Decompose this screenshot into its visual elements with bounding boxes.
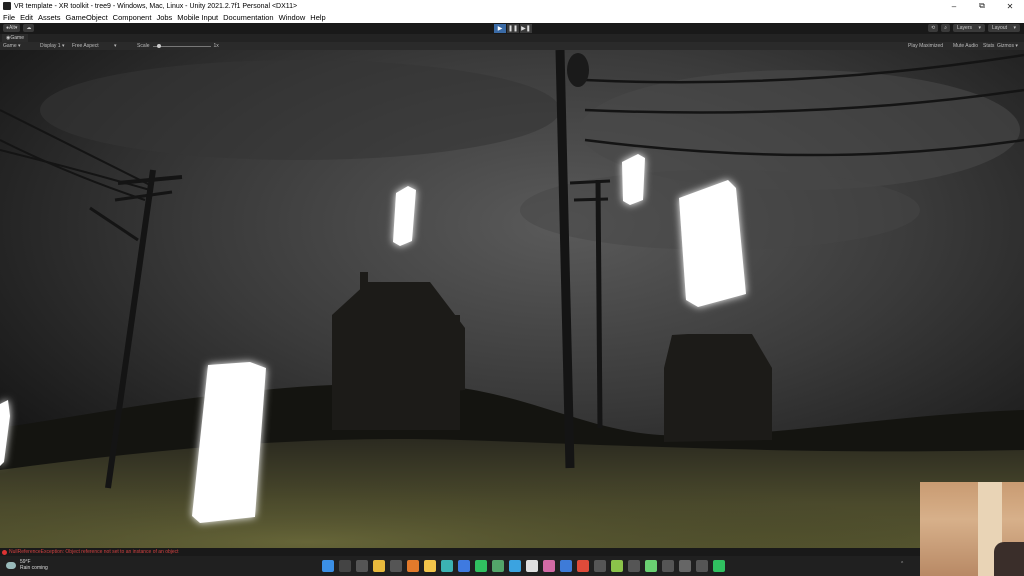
display-dropdown[interactable]: Display 1 ▾ (40, 42, 64, 50)
taskbar-apps (322, 560, 725, 572)
error-icon (2, 549, 7, 555)
scale-slider[interactable] (152, 43, 211, 48)
tab-game-label: Game (10, 35, 24, 41)
layout-dropdown[interactable]: Layout ▾ (988, 24, 1020, 32)
scale-label: Scale (137, 43, 150, 49)
unity-logo-icon (3, 2, 11, 10)
night-scene-image (0, 50, 1024, 548)
photoshop-icon[interactable] (458, 560, 470, 572)
cloud-icon[interactable]: ☁ (23, 24, 35, 32)
menu-window[interactable]: Window (279, 13, 306, 22)
layers-dropdown[interactable]: Layers ▾ (953, 24, 985, 32)
aspect-label: Free Aspect (72, 43, 99, 49)
console-message: NullReferenceException: Object reference… (9, 549, 179, 555)
maximize-button[interactable]: ⧉ (968, 0, 996, 12)
main-toolbar: ● Alt ▾ ☁ ▶ ❚❚ ▶❚ ⟲ ⌕ Layers ▾ Layout ▾ (0, 23, 1024, 34)
console-status-bar[interactable]: NullReferenceException: Object reference… (0, 548, 1024, 556)
scale-slider-handle[interactable] (156, 43, 161, 48)
account-button[interactable]: ● Alt ▾ (3, 24, 21, 32)
gizmos-label: Gizmos (997, 43, 1014, 49)
step-button[interactable]: ▶❚ (520, 24, 532, 33)
window-title-bar: VR template - XR toolkit - tree9 - Windo… (0, 0, 1024, 12)
aspect-dropdown[interactable]: Free Aspect ▾ (72, 42, 116, 50)
playmode-controls: ▶ ❚❚ ▶❚ (494, 24, 532, 33)
stats-toggle[interactable]: Stats (983, 42, 994, 50)
play-maximized-toggle[interactable]: Play Maximized (908, 42, 943, 50)
whatsapp-icon[interactable] (713, 560, 725, 572)
account-label: Alt (9, 25, 15, 31)
window-controls: – ⧉ ✕ (940, 0, 1024, 12)
mode-label: Game (3, 43, 17, 49)
windows-start-icon[interactable] (322, 560, 334, 572)
view-tab-bar: ◉ Game (0, 34, 1024, 42)
app-icon[interactable] (441, 560, 453, 572)
whatsapp-icon[interactable] (475, 560, 487, 572)
minecraft-icon[interactable] (492, 560, 504, 572)
menu-mobile-input[interactable]: Mobile Input (177, 13, 218, 22)
menu-gameobject[interactable]: GameObject (66, 13, 108, 22)
play-maximized-label: Play Maximized (908, 43, 944, 49)
stats-label: Stats (983, 43, 995, 49)
mute-audio-label: Mute Audio (953, 43, 979, 49)
game-view-render[interactable] (0, 50, 1024, 548)
menu-edit[interactable]: Edit (20, 13, 33, 22)
mode-dropdown[interactable]: Game ▾ (3, 42, 21, 50)
app-icon[interactable] (645, 560, 657, 572)
zoom-icon[interactable] (509, 560, 521, 572)
app-icon[interactable] (611, 560, 623, 572)
task-view-icon[interactable] (356, 560, 368, 572)
app-icon[interactable] (526, 560, 538, 572)
search-icon[interactable] (339, 560, 351, 572)
app-icon[interactable] (594, 560, 606, 572)
history-icon[interactable]: ⟲ (927, 24, 939, 32)
menu-component[interactable]: Component (113, 13, 152, 22)
chrome-icon[interactable] (373, 560, 385, 572)
app-icon[interactable] (662, 560, 674, 572)
tab-game[interactable]: ◉ Game (2, 34, 28, 42)
menu-bar: File Edit Assets GameObject Component Jo… (0, 12, 1024, 23)
close-button[interactable]: ✕ (996, 0, 1024, 12)
minimize-button[interactable]: – (940, 0, 968, 12)
blender-icon[interactable] (407, 560, 419, 572)
scale-value: 1x (213, 43, 219, 49)
app-icon[interactable] (543, 560, 555, 572)
menu-documentation[interactable]: Documentation (223, 13, 273, 22)
layers-label: Layers (957, 25, 973, 31)
system-tray[interactable]: ⌃ (900, 561, 904, 567)
rain-cloud-icon (6, 561, 16, 569)
windows-taskbar: 59°F Rain coming ⌃ (0, 556, 1024, 576)
file-explorer-icon[interactable] (424, 560, 436, 572)
window-title: VR template - XR toolkit - tree9 - Windo… (14, 2, 298, 10)
app-icon[interactable] (696, 560, 708, 572)
weather-desc: Rain coming (20, 565, 48, 571)
app-icon[interactable] (560, 560, 572, 572)
layout-label: Layout (992, 25, 1008, 31)
menu-help[interactable]: Help (310, 13, 325, 22)
menu-jobs[interactable]: Jobs (156, 13, 172, 22)
chevron-down-icon: ▾ (978, 25, 981, 31)
display-label: Display 1 (40, 43, 61, 49)
chevron-down-icon: ▾ (1013, 25, 1016, 31)
pause-button[interactable]: ❚❚ (507, 24, 519, 33)
scale-control: Scale 1x (137, 42, 219, 50)
menu-assets[interactable]: Assets (38, 13, 61, 22)
unity-hub-icon[interactable] (390, 560, 402, 572)
weather-widget[interactable]: 59°F Rain coming (6, 559, 48, 571)
app-icon[interactable] (577, 560, 589, 572)
webcam-overlay (920, 482, 1024, 576)
mute-audio-toggle[interactable]: Mute Audio (953, 42, 978, 50)
app-icon[interactable] (628, 560, 640, 572)
game-view-toolbar: Game ▾ Display 1 ▾ Free Aspect ▾ Scale 1… (0, 42, 1024, 50)
play-button[interactable]: ▶ (494, 24, 506, 33)
search-icon[interactable]: ⌕ (941, 24, 950, 32)
webcam-person (994, 542, 1024, 576)
menu-file[interactable]: File (3, 13, 15, 22)
app-icon[interactable] (679, 560, 691, 572)
gizmos-dropdown[interactable]: Gizmos ▾ (997, 42, 1018, 50)
